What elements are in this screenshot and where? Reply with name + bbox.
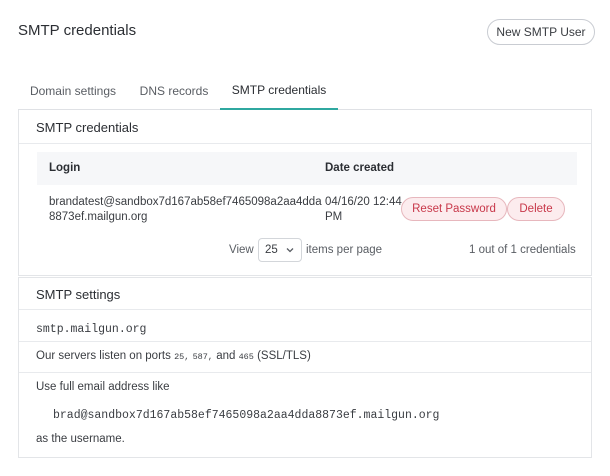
per-page-value: 25 bbox=[265, 244, 278, 256]
credential-date: 04/16/20 12:44 PM bbox=[325, 196, 402, 223]
per-page-select[interactable]: 25 bbox=[258, 238, 302, 262]
email-example: brad@sandbox7d167ab58ef7465098a2aa4dda88… bbox=[53, 409, 440, 422]
email-hint: Use full email address like bbox=[36, 381, 170, 393]
smtp-settings-card: SMTP settings smtp.mailgun.org Our serve… bbox=[18, 277, 592, 458]
tab-smtp-credentials[interactable]: SMTP credentials bbox=[220, 72, 338, 110]
divider bbox=[19, 372, 591, 373]
ports-info: Our servers listen on ports 25, 587, and… bbox=[36, 350, 311, 362]
reset-password-button[interactable]: Reset Password bbox=[401, 197, 507, 221]
ports-suffix: (SSL/TLS) bbox=[257, 350, 311, 362]
tab-domain-settings[interactable]: Domain settings bbox=[18, 72, 128, 110]
chevron-down-icon bbox=[286, 248, 294, 253]
tab-dns-records[interactable]: DNS records bbox=[131, 72, 217, 110]
credentials-count: 1 out of 1 credentials bbox=[469, 244, 576, 256]
username-suffix: as the username. bbox=[36, 433, 125, 445]
column-date-created: Date created bbox=[325, 162, 395, 174]
port-465: 465 bbox=[238, 352, 254, 362]
port-25: 25, bbox=[174, 352, 190, 362]
credentials-table-header: Login Date created bbox=[37, 152, 577, 185]
tab-bar: Domain settings DNS records SMTP credent… bbox=[18, 72, 592, 110]
port-587: 587, bbox=[192, 352, 213, 362]
new-smtp-user-button[interactable]: New SMTP User bbox=[487, 19, 595, 45]
page-title: SMTP credentials bbox=[18, 22, 137, 39]
ports-and: and bbox=[216, 350, 236, 362]
smtp-credentials-card: SMTP credentials Login Date created bran… bbox=[18, 110, 592, 276]
smtp-host: smtp.mailgun.org bbox=[36, 323, 147, 336]
column-login: Login bbox=[49, 162, 81, 174]
divider bbox=[19, 341, 591, 342]
credentials-card-title: SMTP credentials bbox=[36, 120, 139, 135]
settings-card-title: SMTP settings bbox=[36, 287, 121, 302]
pager-view-label: View bbox=[229, 244, 254, 256]
ports-prefix: Our servers listen on ports bbox=[36, 350, 171, 362]
items-per-page-label: items per page bbox=[306, 244, 383, 256]
divider bbox=[19, 309, 591, 310]
credentials-card-header: SMTP credentials bbox=[19, 110, 591, 144]
delete-button[interactable]: Delete bbox=[507, 197, 565, 221]
credential-login: brandatest@sandbox7d167ab58ef7465098a2aa… bbox=[49, 196, 322, 223]
